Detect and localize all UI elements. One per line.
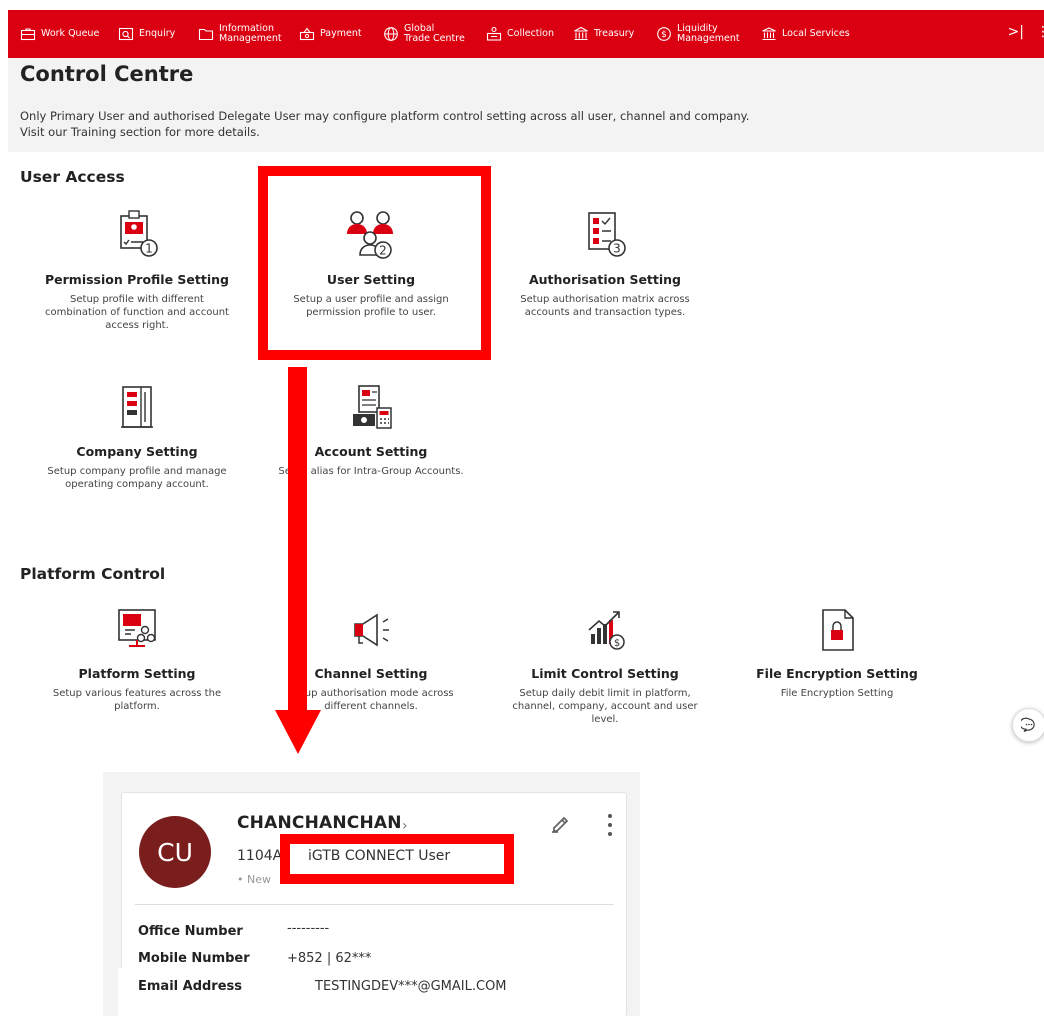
tile-description: Setup company profile and manage operati… [47, 466, 227, 490]
nav-label: Payment [320, 28, 362, 39]
nav-treasury[interactable]: Treasury [573, 10, 634, 58]
briefcase-icon [20, 28, 36, 41]
tile-limit-control-setting[interactable]: $ Limit Control Setting Setup daily debi… [490, 606, 720, 726]
annotation-arrow-head [275, 710, 321, 754]
email-address-value: TESTINGDEV***@GMAIL.COM [315, 979, 507, 994]
permission-profile-icon: 1 [120, 210, 158, 257]
office-number-value: --------- [287, 921, 330, 936]
bank-icon [762, 27, 776, 41]
user-status: • New [237, 873, 271, 886]
dollar-coin-icon: $ [657, 27, 671, 41]
nav-enquiry[interactable]: Enquiry [118, 10, 175, 58]
tile-description: Setup various features across the platfo… [52, 688, 222, 712]
nav-label-line2: Trade Centre [404, 33, 465, 44]
step-number: 2 [379, 244, 387, 258]
folder-icon [198, 28, 214, 41]
office-number-label: Office Number [138, 924, 243, 939]
chat-bubble-icon [1021, 717, 1035, 732]
tile-permission-profile-setting[interactable]: 1 Permission Profile Setting Setup profi… [22, 208, 252, 332]
section-title-user-access: User Access [20, 168, 125, 186]
nav-work-queue[interactable]: Work Queue [20, 10, 99, 58]
tile-title: Platform Setting [78, 666, 196, 681]
tile-description: Setup profile with different combination… [45, 294, 229, 331]
checklist-icon: 3 [588, 212, 626, 257]
nav-label: Work Queue [41, 28, 100, 39]
tile-title: File Encryption Setting [756, 666, 918, 681]
tile-description: Setup daily debit limit in platform, cha… [512, 688, 698, 725]
page-title: Control Centre [20, 62, 194, 86]
nav-label-line2: Management [677, 33, 740, 44]
file-lock-icon [822, 609, 854, 651]
account-calculator-icon [353, 385, 392, 429]
nav-label: Local Services [782, 28, 850, 39]
tile-authorisation-setting[interactable]: 3 Authorisation Setting Setup authorisat… [490, 208, 720, 319]
chat-button[interactable] [1012, 708, 1044, 742]
step-number: 3 [613, 242, 621, 256]
chevron-right-icon[interactable]: › [402, 818, 408, 834]
user-name-link[interactable]: CHANCHANCHAN [237, 813, 402, 833]
top-navigation-bar: Work Queue Enquiry Information Management… [8, 10, 1044, 58]
nav-label: Collection [507, 28, 554, 39]
tile-title: User Setting [326, 272, 416, 287]
collapse-nav-button[interactable]: >| [1008, 24, 1024, 40]
treasury-icon [574, 26, 588, 41]
globe-icon [384, 27, 398, 41]
nav-label: Global Trade Centre [404, 24, 465, 44]
tile-title: Authorisation Setting [528, 272, 682, 287]
mobile-number-value: +852 | 62*** [287, 951, 372, 966]
nav-label: Treasury [594, 28, 635, 39]
nav-label: Liquidity Management [677, 24, 740, 44]
avatar: CU [139, 816, 211, 888]
tile-company-setting[interactable]: Company Setting Setup company profile an… [22, 384, 252, 491]
nav-label-line2: Management [219, 33, 282, 44]
more-menu-icon[interactable]: ⋮ [1036, 24, 1044, 40]
card-edge-mask [118, 968, 124, 1016]
kebab-menu-icon[interactable] [604, 812, 616, 838]
nav-information-management[interactable]: Information Management [198, 10, 282, 58]
tile-title: Company Setting [76, 444, 198, 459]
building-icon [121, 386, 153, 428]
card-divider [135, 904, 614, 905]
nav-global-trade-centre[interactable]: Global Trade Centre [383, 10, 465, 58]
user-id: 1104A [237, 848, 283, 864]
svg-text:$: $ [614, 638, 620, 649]
nav-liquidity-management[interactable]: $ Liquidity Management [656, 10, 740, 58]
growth-chart-icon: $ [588, 611, 625, 650]
payment-icon [299, 27, 315, 41]
nav-label: Enquiry [139, 28, 176, 39]
user-group-icon: 2 [347, 211, 393, 259]
tile-description: Setup authorisation matrix across accoun… [520, 294, 690, 318]
nav-collection[interactable]: Collection [486, 10, 554, 58]
page-description-line1: Only Primary User and authorised Delegat… [20, 109, 750, 123]
tile-platform-setting[interactable]: Platform Setting Setup various features … [22, 606, 252, 713]
tile-description: Setup a user profile and assign permissi… [293, 294, 449, 318]
email-address-label: Email Address [138, 979, 243, 994]
page-description: Only Primary User and authorised Delegat… [20, 108, 920, 140]
tile-file-encryption-setting[interactable]: File Encryption Setting File Encryption … [722, 606, 952, 700]
step-number: 1 [145, 242, 153, 256]
edit-icon[interactable] [549, 813, 571, 835]
svg-text:$: $ [661, 30, 667, 40]
user-role: iGTB CONNECT User [308, 848, 451, 864]
tile-title: Limit Control Setting [531, 666, 679, 681]
annotation-arrow-shaft [288, 367, 307, 712]
nav-payment[interactable]: Payment [299, 10, 362, 58]
page-description-line2: Visit our Training section for more deta… [20, 125, 260, 139]
megaphone-icon [354, 613, 389, 647]
collection-icon [486, 26, 502, 41]
section-title-platform-control: Platform Control [20, 565, 166, 583]
magnifier-folder-icon [118, 27, 134, 41]
mobile-number-label: Mobile Number [138, 951, 250, 966]
tile-description: File Encryption Setting [780, 688, 894, 699]
nav-local-services[interactable]: Local Services [761, 10, 850, 58]
tile-title: Permission Profile Setting [45, 272, 229, 287]
platform-monitor-icon [118, 609, 156, 647]
nav-label: Information Management [219, 24, 282, 44]
tile-user-setting[interactable]: 2 User Setting Setup a user profile and … [256, 208, 486, 319]
